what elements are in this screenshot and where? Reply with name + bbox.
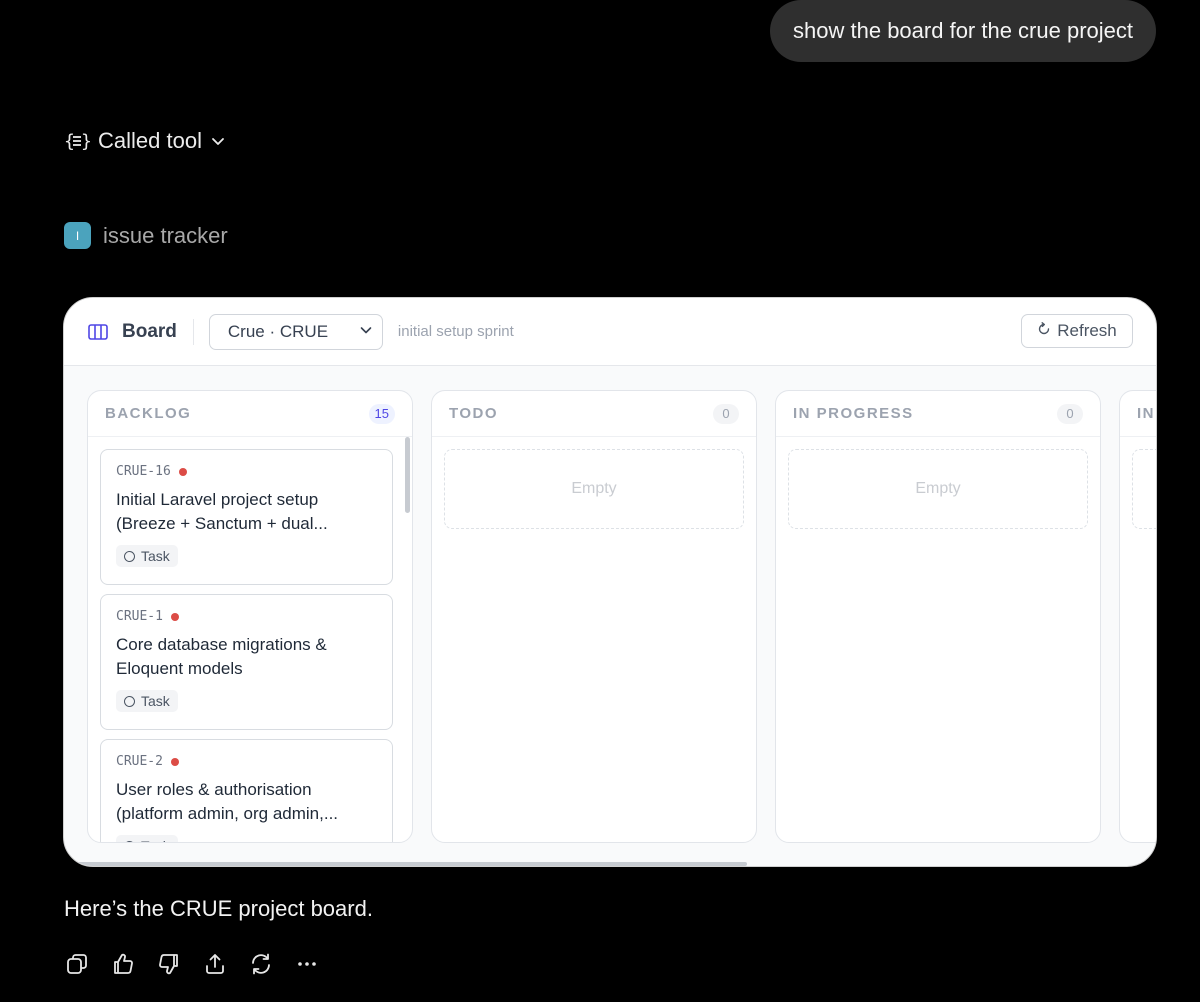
column-title: IN xyxy=(1137,405,1155,422)
column-in-progress: IN PROGRESS 0 Empty xyxy=(775,390,1101,843)
column-title: IN PROGRESS xyxy=(793,405,914,422)
project-select-value: Crue · CRUE xyxy=(227,321,329,341)
chevron-down-icon xyxy=(210,133,226,149)
regenerate-icon xyxy=(249,952,273,976)
column-body: Empty xyxy=(432,437,756,541)
issue-type-label: Task xyxy=(141,838,170,842)
message-actions xyxy=(64,951,319,976)
tool-braces-icon: {} xyxy=(64,130,90,152)
issue-type-label: Task xyxy=(141,548,170,564)
issue-card[interactable]: CRUE-2 User roles & authorisation (platf… xyxy=(100,739,393,842)
issue-title: Core database migrations & Eloquent mode… xyxy=(116,633,377,681)
empty-drop-zone[interactable]: Empty xyxy=(444,449,744,529)
column-header: IN xyxy=(1120,391,1156,437)
more-icon xyxy=(295,952,319,976)
called-tool-toggle[interactable]: {} Called tool xyxy=(64,128,226,154)
issue-title-line: (Breeze + Sanctum + dual... xyxy=(116,514,328,533)
empty-drop-zone[interactable]: Empty xyxy=(788,449,1088,529)
priority-dot-icon xyxy=(170,757,179,766)
board-widget: Board Crue · CRUE initial setup sprint R… xyxy=(63,297,1157,867)
column-count-badge: 15 xyxy=(368,403,395,424)
issue-title-line: Initial Laravel project setup xyxy=(116,490,319,509)
like-button[interactable] xyxy=(110,951,135,976)
chevron-down-icon xyxy=(359,322,373,342)
thumbs-down-icon xyxy=(157,952,181,976)
issue-key: CRUE-2 xyxy=(116,754,163,769)
sprint-label: initial setup sprint xyxy=(397,323,514,340)
board-columns-icon xyxy=(88,323,108,340)
issue-card[interactable]: CRUE-1 Core database migrations & Eloque… xyxy=(100,594,393,730)
board-title: Board xyxy=(122,320,177,342)
priority-dot-icon xyxy=(170,612,179,621)
column-header: TODO 0 xyxy=(432,391,756,437)
column-title: BACKLOG xyxy=(105,405,192,422)
task-circle-icon xyxy=(124,840,135,842)
column-title: TODO xyxy=(449,405,499,422)
column-todo: TODO 0 Empty xyxy=(431,390,757,843)
user-message-text: show the board for the crue project xyxy=(793,18,1133,43)
copy-icon xyxy=(65,952,89,976)
issue-title-line: Core database migrations & xyxy=(116,635,327,654)
project-select[interactable]: Crue · CRUE xyxy=(208,313,383,350)
issue-title-line: Eloquent models xyxy=(116,659,243,678)
issue-type-tag: Task xyxy=(116,545,178,567)
user-message-bubble: show the board for the crue project xyxy=(770,0,1156,62)
column-body xyxy=(1120,437,1156,541)
app-name: issue tracker xyxy=(103,222,228,248)
refresh-icon xyxy=(1037,321,1051,341)
column-count-badge: 0 xyxy=(1057,403,1083,424)
priority-dot-icon xyxy=(178,467,187,476)
board-title-group: Board xyxy=(88,318,194,345)
share-icon xyxy=(203,952,227,976)
column-backlog: BACKLOG 15 CRUE-16 Initial Laravel proje… xyxy=(87,390,413,843)
issue-title-line: (platform admin, org admin,... xyxy=(116,804,339,823)
issue-key-row: CRUE-16 xyxy=(116,464,377,479)
refresh-label: Refresh xyxy=(1057,321,1117,340)
issue-key: CRUE-16 xyxy=(116,464,171,479)
column-body: Empty xyxy=(776,437,1100,541)
regenerate-button[interactable] xyxy=(248,951,273,976)
board-header: Board Crue · CRUE initial setup sprint R… xyxy=(64,298,1156,366)
more-button[interactable] xyxy=(294,951,319,976)
column-header: IN PROGRESS 0 xyxy=(776,391,1100,437)
app-badge-icon: I xyxy=(64,222,91,249)
empty-label: Empty xyxy=(915,480,961,497)
issue-title: Initial Laravel project setup (Breeze + … xyxy=(116,488,377,536)
horizontal-scrollbar[interactable] xyxy=(64,862,747,866)
share-button[interactable] xyxy=(202,951,227,976)
column-body: CRUE-16 Initial Laravel project setup (B… xyxy=(88,437,412,842)
column-partial: IN xyxy=(1119,390,1156,843)
column-header: BACKLOG 15 xyxy=(88,391,412,437)
assistant-reply: Here’s the CRUE project board. xyxy=(64,896,373,921)
column-count-badge: 0 xyxy=(713,403,739,424)
svg-text:}: } xyxy=(81,131,90,152)
dislike-button[interactable] xyxy=(156,951,181,976)
refresh-button[interactable]: Refresh xyxy=(1021,314,1133,348)
issue-key-row: CRUE-2 xyxy=(116,754,377,769)
board-columns: BACKLOG 15 CRUE-16 Initial Laravel proje… xyxy=(87,390,1156,843)
copy-button[interactable] xyxy=(64,951,89,976)
empty-drop-zone[interactable] xyxy=(1132,449,1156,529)
vertical-scrollbar[interactable] xyxy=(405,437,410,513)
task-circle-icon xyxy=(124,550,135,562)
app-attribution: I issue tracker xyxy=(64,222,228,249)
task-circle-icon xyxy=(124,695,135,707)
issue-type-tag: Task xyxy=(116,835,178,842)
issue-title-line: User roles & authorisation xyxy=(116,780,312,799)
issue-type-label: Task xyxy=(141,693,170,709)
issue-title: User roles & authorisation (platform adm… xyxy=(116,778,377,826)
called-tool-label: Called tool xyxy=(98,128,202,153)
issue-key-row: CRUE-1 xyxy=(116,609,377,624)
issue-key: CRUE-1 xyxy=(116,609,163,624)
thumbs-up-icon xyxy=(111,952,135,976)
empty-label: Empty xyxy=(571,480,617,497)
issue-type-tag: Task xyxy=(116,690,178,712)
issue-card[interactable]: CRUE-16 Initial Laravel project setup (B… xyxy=(100,449,393,585)
